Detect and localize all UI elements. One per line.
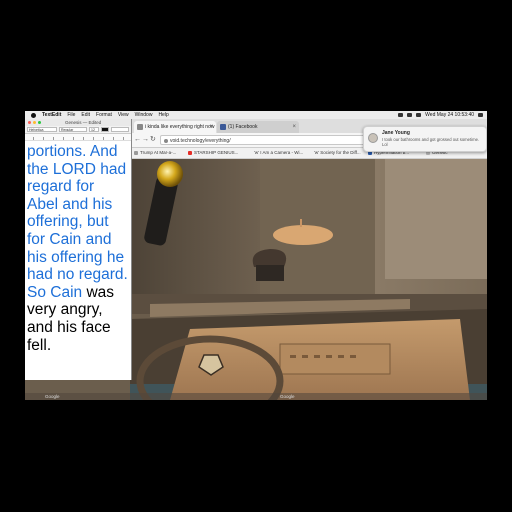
notification-banner[interactable]: Jane Young I took our bathrooms and got …: [363, 126, 487, 152]
menu-bar: TextEdit File Edit Format View Window He…: [25, 111, 487, 119]
close-tab-icon[interactable]: ×: [292, 121, 296, 133]
zoom-window-icon[interactable]: [38, 121, 41, 124]
facebook-icon: [220, 124, 226, 130]
minimize-window-icon[interactable]: [33, 121, 36, 124]
menu-view[interactable]: View: [118, 111, 129, 119]
youtube-icon: [188, 151, 192, 155]
bookmark-item[interactable]: Trump At Mar-a-...: [134, 148, 176, 158]
notification-message: I took our bathrooms and got grossed out…: [382, 137, 480, 147]
tab-label: (1) Facebook: [228, 124, 258, 130]
back-icon[interactable]: ←: [134, 136, 141, 144]
web-page-scene[interactable]: [130, 159, 487, 400]
browser-window: i kinda like everything right now × (1) …: [130, 119, 487, 400]
ruler[interactable]: [25, 134, 131, 141]
reload-icon[interactable]: ↻: [150, 136, 156, 144]
url-text: void.technology/everything/: [170, 138, 231, 144]
document-title: Genesis — Edited: [65, 120, 102, 125]
font-style-select[interactable]: Regular: [59, 127, 87, 132]
site-favicon-icon: [137, 124, 143, 130]
apple-icon[interactable]: [31, 112, 36, 118]
info-icon[interactable]: [164, 139, 168, 143]
desktop-screen: TextEdit File Edit Format View Window He…: [25, 111, 487, 400]
dock-item-google[interactable]: Google: [280, 393, 295, 400]
scene-3d-image: [130, 159, 487, 400]
textedit-window: Genesis — Edited Helvetica Regular 12 po…: [25, 119, 132, 380]
menu-window[interactable]: Window: [135, 111, 153, 119]
notification-sender: Jane Young: [382, 130, 410, 136]
bold-italic-buttons[interactable]: [111, 127, 129, 132]
spotlight-icon[interactable]: [478, 113, 483, 117]
avatar: [368, 133, 378, 143]
tab-label: i kinda like everything right now: [145, 124, 215, 130]
wifi-icon[interactable]: [398, 113, 404, 117]
bookmark-item[interactable]: STARSHIP GENIUS...: [188, 148, 238, 158]
bookmark-item[interactable]: 'w' I Am a Camera - Wi...: [248, 148, 303, 158]
menubar-clock[interactable]: Wed May 24 10:53:40: [425, 111, 474, 119]
textedit-titlebar[interactable]: Genesis — Edited: [25, 119, 131, 126]
battery-icon[interactable]: [416, 113, 422, 117]
dock: Google Google: [25, 393, 487, 400]
format-toolbar: Helvetica Regular 12: [25, 126, 131, 134]
tab-everything[interactable]: i kinda like everything right now ×: [134, 121, 216, 133]
font-family-select[interactable]: Helvetica: [27, 127, 57, 132]
selected-text: portions. And the LORD had regard for Ab…: [27, 143, 128, 301]
menu-file[interactable]: File: [67, 111, 75, 119]
close-window-icon[interactable]: [28, 121, 31, 124]
tab-facebook[interactable]: (1) Facebook ×: [217, 121, 299, 133]
font-size-select[interactable]: 12: [89, 127, 99, 132]
bookmark-icon: [134, 151, 138, 155]
bookmark-item[interactable]: 'w' Society for the Diff...: [308, 148, 361, 158]
text-color-swatch[interactable]: [101, 127, 109, 132]
menu-format[interactable]: Format: [96, 111, 112, 119]
menu-help[interactable]: Help: [158, 111, 168, 119]
document-text-area[interactable]: portions. And the LORD had regard for Ab…: [25, 141, 131, 354]
volume-icon[interactable]: [407, 113, 413, 117]
menu-edit[interactable]: Edit: [81, 111, 90, 119]
dock-item-google[interactable]: Google: [45, 393, 60, 400]
close-tab-icon[interactable]: ×: [209, 121, 213, 133]
forward-icon[interactable]: →: [142, 136, 149, 144]
menu-app-name[interactable]: TextEdit: [42, 111, 61, 119]
